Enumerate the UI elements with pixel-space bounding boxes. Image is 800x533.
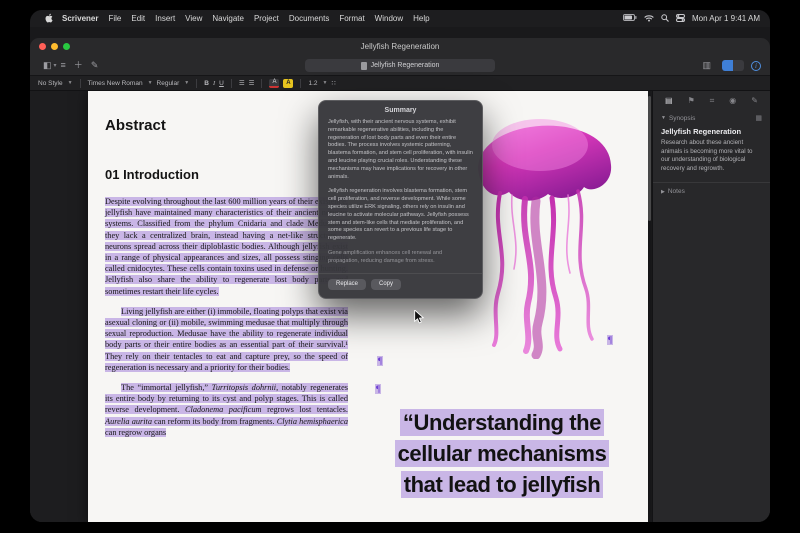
menu-item-window[interactable]: Window [370,14,408,23]
paragraph-2: Living jellyfish are either (i) immobile… [105,306,348,373]
body-text-column[interactable]: Despite evolving throughout the last 600… [105,196,348,447]
snapshots-tab-icon[interactable]: ◉ [729,96,736,106]
document-icon [361,62,367,70]
summary-popup-title: Summary [319,101,482,119]
summary-paragraph: Jellyfish regeneration involves blastema… [328,188,473,243]
chevron-right-icon: ▶ [661,189,665,195]
menu-bar-clock[interactable]: Mon Apr 1 9:41 AM [692,14,760,23]
italic-button[interactable]: I [213,80,215,87]
menu-item-format[interactable]: Format [334,14,369,23]
notes-header-label: Notes [668,188,685,195]
pilcrow-mark: ¶ [377,356,383,366]
search-icon[interactable] [661,14,669,24]
copy-button[interactable]: Copy [371,279,401,290]
menu-item-edit[interactable]: Edit [126,14,150,23]
variant-chevron-icon: ▼ [184,80,189,86]
menu-item-project[interactable]: Project [249,14,284,23]
chevron-down-icon: ▼ [661,115,666,121]
inspector-info-icon[interactable]: i [751,61,761,71]
document-title-text: Jellyfish Regeneration [371,62,440,69]
menu-item-navigate[interactable]: Navigate [207,14,249,23]
summary-paragraph: Jellyfish, with their ancient nervous sy… [328,119,473,181]
pilcrow-mark: ¶ [607,335,613,345]
menu-item-help[interactable]: Help [408,14,434,23]
compose-icon[interactable]: ✎ [91,61,99,70]
editor-layout-right-icon[interactable] [733,60,744,71]
text-color-chip[interactable]: A [269,79,279,88]
style-dropdown[interactable]: No Style [38,80,63,87]
font-variant-dropdown[interactable]: Regular [157,80,180,87]
style-chevron-icon: ▼ [68,80,73,86]
mac-screen: Scrivener File Edit Insert View Navigate… [30,10,770,522]
bookmarks-tab-icon[interactable]: ⚑ [688,96,695,106]
summary-paragraph: Gene amplification enhances cell renewal… [328,250,473,266]
pull-quote-line: that lead to jellyfish [401,471,604,498]
replace-button[interactable]: Replace [328,279,366,290]
paragraph-1: Despite evolving throughout the last 600… [105,196,348,297]
window-title: Jellyfish Regeneration [30,42,770,51]
writing-tools-summary-popup: Summary Jellyfish, with their ancient ne… [318,100,483,299]
mouse-cursor [413,310,425,329]
divider [196,79,197,88]
wifi-icon[interactable] [644,14,654,24]
add-document-icon[interactable]: ＋ [74,61,83,70]
control-center-icon[interactable] [676,14,685,24]
battery-icon[interactable] [623,14,637,23]
apple-menu-icon[interactable] [40,13,57,25]
inspector-document-title: Jellyfish Regeneration [653,124,770,138]
inspector-panel: ▤ ⚑ ⌗ ◉ ✎ ▼ Synopsis ▦ Jellyfish Regener… [652,91,770,522]
metadata-tab-icon[interactable]: ⌗ [710,96,715,106]
apple-icon [45,13,54,23]
pilcrow-mark: ¶ [375,384,381,394]
menu-item-insert[interactable]: Insert [150,14,180,23]
menu-item-file[interactable]: File [103,14,126,23]
font-chevron-icon: ▼ [148,80,153,86]
paragraph-3: The “immortal jellyfish,” Turritopsis do… [105,382,348,438]
close-window-button[interactable] [39,43,46,50]
editor-layout-left-icon[interactable] [722,60,733,71]
align-center-icon[interactable]: ☰ [249,79,255,87]
heading-abstract: Abstract [105,117,166,134]
window-title-bar[interactable]: Jellyfish Regeneration [30,38,770,56]
editor-scrollbar[interactable] [648,96,651,221]
underline-button[interactable]: U [219,80,224,87]
divider [80,79,81,88]
comments-tab-icon[interactable]: ✎ [751,96,758,106]
notes-section-header[interactable]: ▶ Notes [653,183,770,197]
synopsis-header-label: Synopsis [669,115,695,122]
zoom-window-button[interactable] [63,43,70,50]
menu-item-documents[interactable]: Documents [284,14,334,23]
heading-introduction: 01 Introduction [105,167,199,182]
menu-item-view[interactable]: View [180,14,207,23]
pull-quote-line: cellular mechanisms [395,440,610,467]
divider [300,79,301,88]
menu-bar: Scrivener File Edit Insert View Navigate… [30,10,770,27]
synopsis-section-header[interactable]: ▼ Synopsis ▦ [653,109,770,124]
align-left-icon[interactable]: ☰ [239,79,245,87]
main-toolbar: ◧ ▾ ≡ ＋ ✎ Jellyfish Regeneration ▥ i [30,56,770,75]
font-family-dropdown[interactable]: Times New Roman [88,80,143,87]
list-bullets-icon[interactable]: ∷ [331,79,335,87]
highlight-color-chip[interactable]: A [283,79,293,88]
pull-quote[interactable]: “Understanding the cellular mechanisms t… [366,407,638,500]
divider [261,79,262,88]
sidebar-chevron-icon[interactable]: ▾ [54,62,57,69]
menu-item-scrivener[interactable]: Scrivener [57,14,103,23]
binder-sidebar-toggle-icon[interactable]: ◧ [43,61,52,70]
bookmarks-toolbar-icon[interactable]: ▥ [702,61,711,70]
layout-segmented-control[interactable] [722,60,744,71]
notes-tab-icon[interactable]: ▤ [665,96,673,106]
line-spacing-dropdown[interactable]: 1.2 [308,80,317,87]
inspector-tab-bar: ▤ ⚑ ⌗ ◉ ✎ [653,91,770,109]
format-bar: No Style ▼ Times New Roman ▼ Regular ▼ B… [30,75,770,91]
bold-button[interactable]: B [204,80,209,87]
document-title-field[interactable]: Jellyfish Regeneration [305,59,495,72]
pull-quote-line: “Understanding the [400,409,604,436]
synopsis-text[interactable]: Research about these ancient animals is … [653,138,770,174]
view-mode-icon[interactable]: ≡ [61,61,66,70]
minimize-window-button[interactable] [51,43,58,50]
spacing-chevron-icon: ▼ [323,80,328,86]
synopsis-image-toggle-icon[interactable]: ▦ [755,114,762,122]
divider [231,79,232,88]
